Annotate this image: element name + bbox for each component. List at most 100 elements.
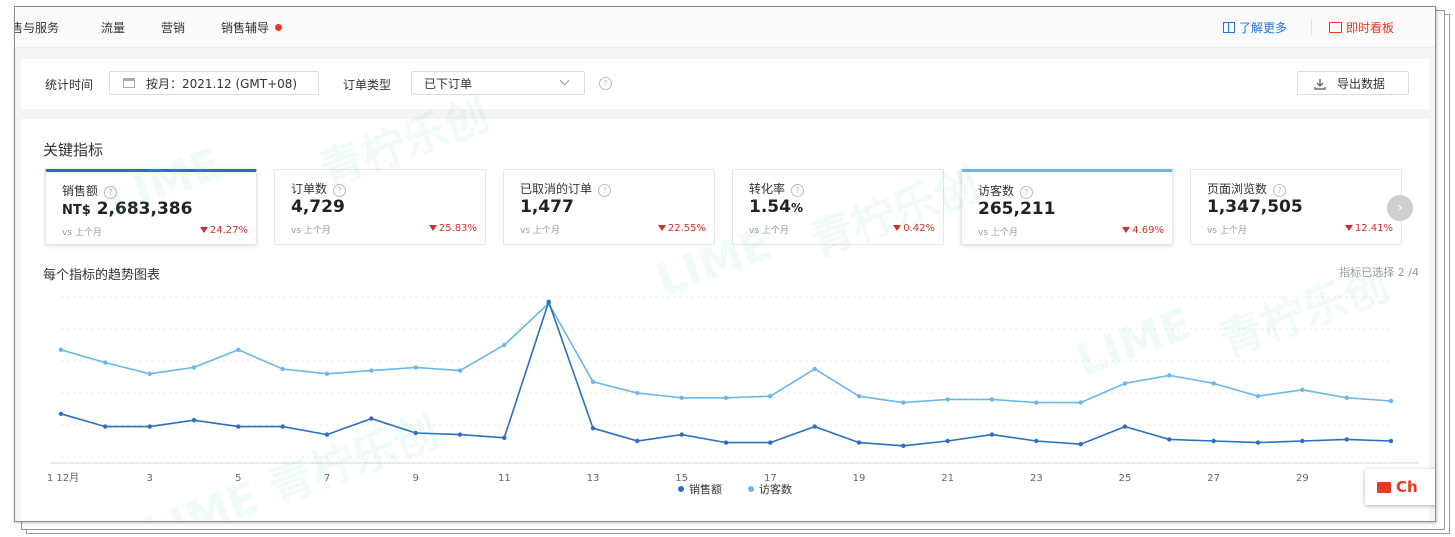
- export-label: 导出数据: [1336, 77, 1385, 91]
- data-point[interactable]: [590, 426, 596, 431]
- metric-card[interactable]: 页面浏览数? 1,347,505 vs 上个月 12.41%: [1190, 169, 1402, 245]
- data-point[interactable]: [723, 395, 729, 400]
- help-icon[interactable]: ?: [1020, 186, 1034, 199]
- data-point[interactable]: [324, 432, 330, 437]
- data-point[interactable]: [768, 394, 773, 399]
- data-point[interactable]: [1167, 373, 1172, 378]
- data-point[interactable]: [1388, 398, 1394, 404]
- metric-card[interactable]: 订单数? 4,729 vs 上个月 25.83%: [274, 169, 486, 245]
- notification-dot-icon: [275, 24, 283, 31]
- data-point[interactable]: [1034, 438, 1039, 444]
- data-point[interactable]: [989, 432, 995, 437]
- data-point[interactable]: [590, 379, 596, 384]
- live-board-link[interactable]: 即时看板: [1329, 19, 1394, 36]
- trend-chart-title: 每个指标的趋势图表: [43, 268, 161, 283]
- nav-tab-traffic[interactable]: 流量: [101, 19, 125, 36]
- data-point[interactable]: [1034, 400, 1039, 405]
- data-point[interactable]: [147, 371, 152, 376]
- nav-tab-sales-service[interactable]: 售与服务: [15, 19, 59, 36]
- data-point[interactable]: [502, 342, 507, 348]
- data-point[interactable]: [147, 424, 152, 429]
- help-icon[interactable]: ?: [1273, 184, 1287, 197]
- series-line-0: [60, 299, 1392, 447]
- data-point[interactable]: [989, 397, 995, 402]
- chat-button[interactable]: Ch: [1365, 469, 1435, 505]
- export-data-button[interactable]: 导出数据: [1297, 71, 1409, 95]
- metric-card[interactable]: 已取消的订单? 1,477 vs 上个月 22.55%: [503, 169, 715, 245]
- dashboard-icon: [1329, 22, 1342, 33]
- filter-bar: 统计时间 按月：2021.12 (GMT+08) 订单类型 已下订单 ? 导出数…: [21, 59, 1429, 109]
- data-point[interactable]: [103, 424, 108, 429]
- data-point[interactable]: [236, 347, 241, 352]
- data-point[interactable]: [236, 424, 241, 429]
- data-point[interactable]: [901, 400, 906, 405]
- data-point[interactable]: [723, 440, 729, 445]
- data-point[interactable]: [635, 390, 640, 396]
- data-point[interactable]: [502, 435, 507, 440]
- data-point[interactable]: [58, 411, 64, 416]
- data-point[interactable]: [1300, 387, 1305, 392]
- data-point[interactable]: [546, 299, 551, 304]
- order-type-select[interactable]: 已下订单: [411, 71, 585, 95]
- metric-card[interactable]: 销售额? NT$ 2,683,386 vs 上个月 24.27%: [45, 169, 257, 245]
- data-point[interactable]: [768, 440, 773, 445]
- data-point[interactable]: [1167, 437, 1172, 442]
- data-point[interactable]: [1388, 438, 1394, 444]
- data-point[interactable]: [191, 365, 197, 370]
- data-point[interactable]: [812, 366, 817, 372]
- data-point[interactable]: [191, 418, 197, 423]
- nav-tab-marketing[interactable]: 营销: [161, 19, 185, 36]
- help-icon[interactable]: ?: [333, 184, 347, 197]
- data-point[interactable]: [1255, 440, 1261, 445]
- help-icon[interactable]: ?: [598, 184, 612, 197]
- data-point[interactable]: [413, 430, 418, 436]
- data-point[interactable]: [679, 432, 684, 437]
- metric-change: 24.27%: [199, 225, 248, 236]
- data-point[interactable]: [324, 371, 330, 376]
- data-point[interactable]: [1122, 381, 1128, 386]
- data-point[interactable]: [457, 432, 463, 437]
- data-point[interactable]: [679, 395, 684, 400]
- data-point[interactable]: [945, 438, 950, 444]
- data-point[interactable]: [856, 440, 862, 445]
- data-point[interactable]: [1344, 395, 1349, 400]
- data-point[interactable]: [901, 443, 906, 448]
- data-point[interactable]: [1122, 424, 1128, 429]
- data-point[interactable]: [1211, 381, 1216, 386]
- data-point[interactable]: [1078, 442, 1083, 447]
- x-tick-label: 11: [498, 473, 511, 484]
- learn-more-link[interactable]: 了解更多: [1223, 19, 1287, 36]
- help-icon[interactable]: ?: [104, 186, 118, 199]
- data-point[interactable]: [103, 360, 108, 365]
- metric-card[interactable]: 访客数? 265,211 vs 上个月 4.69%: [961, 169, 1173, 245]
- data-point[interactable]: [457, 368, 463, 373]
- nav-tab-sales-coaching[interactable]: 销售辅导: [221, 19, 283, 36]
- data-point[interactable]: [369, 368, 374, 373]
- metric-value: 1.54%: [749, 197, 803, 217]
- data-point[interactable]: [1211, 438, 1216, 444]
- data-point[interactable]: [812, 424, 817, 429]
- data-point[interactable]: [369, 416, 374, 421]
- metric-number: 1,477: [520, 197, 574, 217]
- data-point[interactable]: [1078, 400, 1083, 405]
- metric-title: 订单数?: [291, 180, 347, 197]
- carousel-next-button[interactable]: ›: [1387, 195, 1413, 221]
- data-point[interactable]: [945, 397, 950, 402]
- help-icon[interactable]: ?: [791, 184, 805, 197]
- data-point[interactable]: [58, 347, 64, 352]
- down-triangle-icon: [1344, 225, 1353, 231]
- data-point[interactable]: [280, 366, 285, 372]
- nav-tab-label: 销售辅导: [221, 21, 270, 35]
- data-point[interactable]: [635, 438, 640, 444]
- legend-label[interactable]: 销售额: [689, 482, 722, 496]
- data-point[interactable]: [1344, 437, 1349, 442]
- metric-card[interactable]: 转化率? 1.54% vs 上个月 0.42%: [732, 169, 944, 245]
- help-icon[interactable]: ?: [599, 77, 612, 90]
- date-picker[interactable]: 按月：2021.12 (GMT+08): [109, 71, 319, 95]
- legend-label[interactable]: 访客数: [759, 482, 792, 496]
- data-point[interactable]: [1300, 438, 1305, 444]
- data-point[interactable]: [413, 365, 418, 370]
- data-point[interactable]: [1255, 394, 1261, 399]
- data-point[interactable]: [856, 394, 862, 399]
- data-point[interactable]: [280, 424, 285, 429]
